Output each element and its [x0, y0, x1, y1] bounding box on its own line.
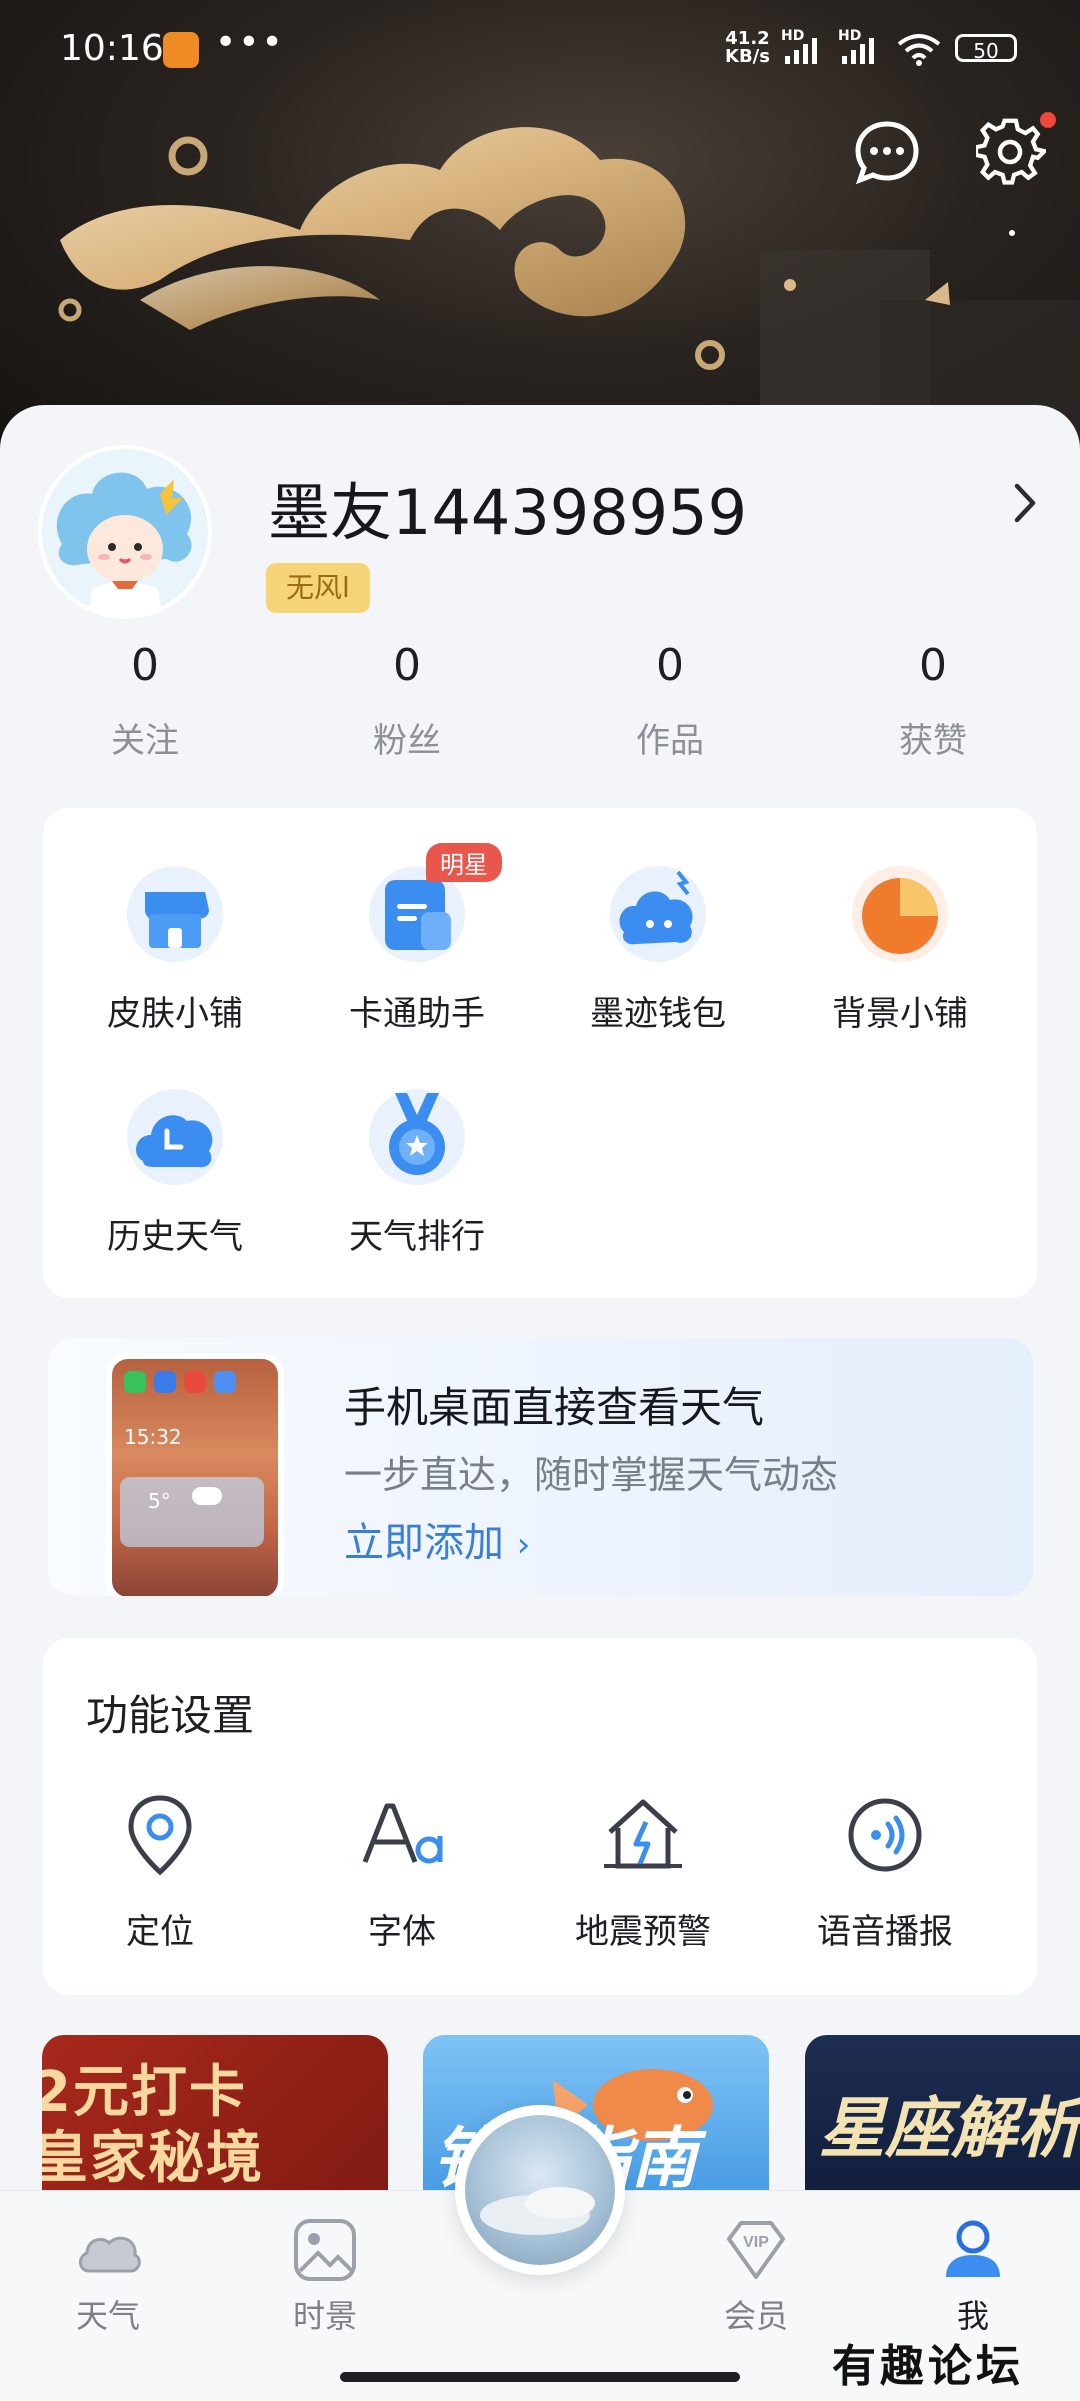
- wifi-icon: [897, 34, 941, 66]
- star-tag: 明星: [426, 843, 502, 882]
- settings-button[interactable]: [973, 118, 1049, 188]
- tile-text: 星座解析: [819, 2090, 1080, 2167]
- setting-earthquake-warning[interactable]: 地震预警: [543, 1790, 743, 1953]
- signal-icon-2: [842, 36, 874, 64]
- service-history-weather[interactable]: 历史天气: [75, 1085, 275, 1258]
- chevron-right-icon: ›: [516, 1525, 531, 1565]
- setting-location[interactable]: 定位: [60, 1790, 260, 1953]
- add-widget-label: 立即添加: [344, 1520, 504, 1566]
- setting-font[interactable]: 字体: [302, 1790, 502, 1953]
- stat-label: 关注: [111, 721, 179, 761]
- network-speed-unit: KB/s: [725, 46, 770, 67]
- service-background-shop[interactable]: 背景小铺: [800, 862, 1000, 1035]
- phone-preview-temp: 5°: [148, 1489, 171, 1513]
- service-skin-shop[interactable]: 皮肤小铺: [75, 862, 275, 1035]
- wallet-icon: [606, 862, 710, 966]
- earthquake-house-icon: [598, 1790, 688, 1880]
- setting-label: 定位: [126, 1912, 194, 1952]
- notification-dot: [1040, 112, 1056, 128]
- setting-label: 字体: [368, 1912, 436, 1952]
- vip-icon: VIP: [721, 2215, 791, 2285]
- setting-label: 语音播报: [817, 1912, 953, 1952]
- promo-subtitle: 一步直达，随时掌握天气动态: [344, 1453, 839, 1497]
- gear-icon: [973, 118, 1049, 185]
- service-label: 墨迹钱包: [590, 994, 726, 1034]
- service-label: 背景小铺: [832, 994, 968, 1034]
- cloud-icon: [73, 2215, 143, 2285]
- setting-label: 地震预警: [575, 1912, 711, 1952]
- ranking-medal-icon: [365, 1085, 469, 1189]
- sky-thumbnail-image: [465, 2115, 615, 2265]
- stat-label: 作品: [636, 721, 704, 761]
- network-speed: 41.2 KB/s: [725, 30, 770, 66]
- avatar-cartoon-icon: [42, 449, 208, 615]
- location-pin-icon: [115, 1790, 205, 1880]
- nav-label: 时景: [292, 2297, 357, 2335]
- watermark-text: 有趣论坛: [832, 2341, 1024, 2392]
- stat-label: 获赞: [899, 721, 967, 761]
- profile-stats: 0 关注 0 粉丝 0 作品 0 获赞: [0, 640, 1080, 770]
- service-weather-ranking[interactable]: 天气排行: [317, 1085, 517, 1258]
- picture-icon: [290, 2215, 360, 2285]
- stat-value: 0: [131, 640, 159, 691]
- stat-label: 粉丝: [373, 721, 441, 761]
- service-label: 卡通助手: [349, 994, 485, 1034]
- tile-line2: 皇家秘境: [42, 2126, 264, 2191]
- nav-me[interactable]: 我: [903, 2215, 1043, 2337]
- voice-broadcast-icon: [840, 1790, 930, 1880]
- nav-weather[interactable]: 天气: [38, 2215, 178, 2337]
- setting-voice-broadcast[interactable]: 语音播报: [785, 1790, 985, 1953]
- person-icon: [938, 2215, 1008, 2285]
- message-button[interactable]: [852, 118, 922, 188]
- add-widget-link[interactable]: 立即添加 ›: [344, 1510, 530, 1568]
- stat-followers[interactable]: 0 粉丝: [307, 640, 507, 762]
- promo-title: 手机桌面直接查看天气: [344, 1383, 765, 1432]
- username[interactable]: 墨友144398959: [268, 462, 747, 552]
- stat-value: 0: [393, 640, 421, 691]
- stat-value: 0: [919, 640, 947, 691]
- shop-icon: [123, 862, 227, 966]
- status-time: 10:16: [60, 28, 164, 69]
- nav-label: 天气: [75, 2297, 140, 2335]
- background-shop-icon: [848, 862, 952, 966]
- signal-icon: [785, 36, 817, 64]
- phone-preview-time: 15:32: [124, 1425, 182, 1449]
- stat-works[interactable]: 0 作品: [570, 640, 770, 762]
- widget-promo-banner[interactable]: 15:32 5° 手机桌面直接查看天气 一步直达，随时掌握天气动态 立即添加 ›: [48, 1338, 1033, 1596]
- more-notifications-icon: •••: [215, 22, 285, 63]
- center-weather-button[interactable]: [455, 2105, 625, 2275]
- nav-label: 会员: [723, 2297, 788, 2335]
- service-label: 皮肤小铺: [107, 994, 243, 1034]
- service-label: 天气排行: [349, 1217, 485, 1257]
- avatar[interactable]: [38, 445, 212, 619]
- chat-bubble-icon: [855, 121, 919, 185]
- settings-title: 功能设置: [86, 1691, 255, 1740]
- service-label: 历史天气: [107, 1217, 243, 1257]
- history-weather-icon: [123, 1085, 227, 1189]
- font-icon: [357, 1790, 447, 1880]
- app-notification-icon: [163, 32, 199, 68]
- stat-following[interactable]: 0 关注: [45, 640, 245, 762]
- phone-preview-image: 15:32 5°: [106, 1353, 284, 1596]
- service-cartoon-assistant[interactable]: 卡通助手: [317, 862, 517, 1035]
- stat-value: 0: [656, 640, 684, 691]
- level-badge: 无风l: [266, 563, 370, 613]
- status-bar: 10:16 ••• 41.2 KB/s HD HD 50: [0, 0, 1080, 100]
- stat-likes[interactable]: 0 获赞: [833, 640, 1033, 762]
- svg-text:VIP: VIP: [743, 2234, 769, 2251]
- home-indicator[interactable]: [340, 2372, 740, 2382]
- service-wallet[interactable]: 墨迹钱包: [558, 862, 758, 1035]
- nav-moments[interactable]: 时景: [255, 2215, 395, 2337]
- battery-indicator: 50: [955, 34, 1017, 63]
- nav-vip[interactable]: VIP 会员: [686, 2215, 826, 2337]
- chevron-right-icon[interactable]: [1005, 478, 1045, 528]
